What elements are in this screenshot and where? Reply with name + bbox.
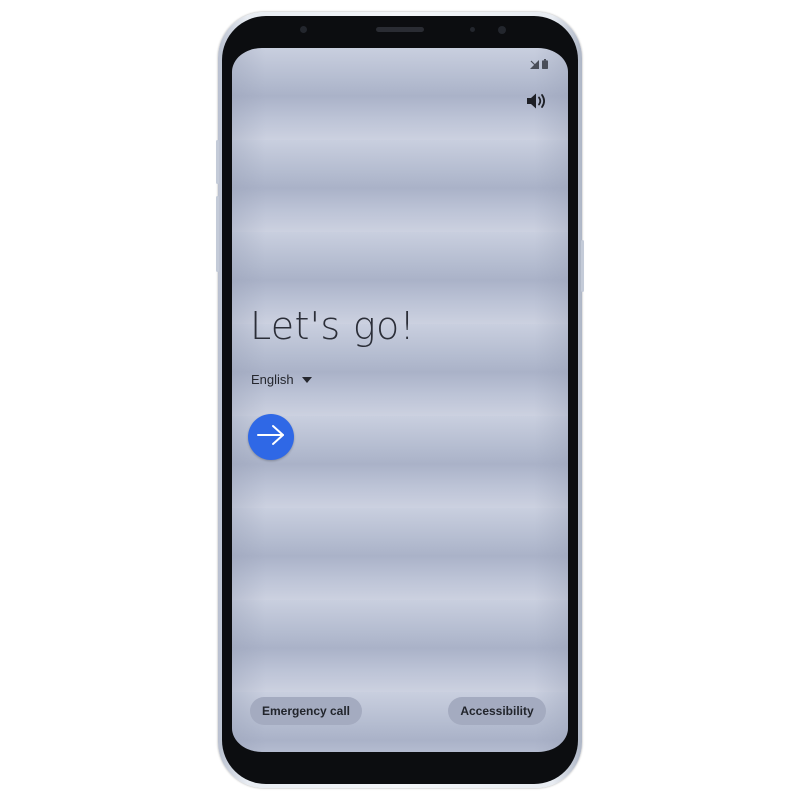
earpiece-speaker [376,27,424,32]
battery-icon [542,56,548,74]
volume-icon [526,93,548,114]
volume-button[interactable] [526,92,550,112]
proximity-sensor [470,27,475,32]
chevron-down-icon [301,376,312,383]
page-title: Let's go! [250,304,416,348]
next-button[interactable] [248,414,294,460]
front-camera [498,26,506,34]
side-key-left-lower [216,196,219,272]
power-key [581,240,584,292]
language-select[interactable]: English [251,372,312,387]
status-bar [530,56,548,74]
iris-sensor [300,26,307,33]
side-key-left [216,140,219,184]
emergency-call-button[interactable]: Emergency call [250,697,362,725]
arrow-right-icon [256,424,286,451]
accessibility-button[interactable]: Accessibility [448,697,546,725]
signal-no-sim-icon [530,56,539,74]
language-label: English [251,372,294,387]
setup-screen: Let's go! English Emergency call Accessi… [232,48,568,752]
product-photo: Let's go! English Emergency call Accessi… [0,0,800,800]
